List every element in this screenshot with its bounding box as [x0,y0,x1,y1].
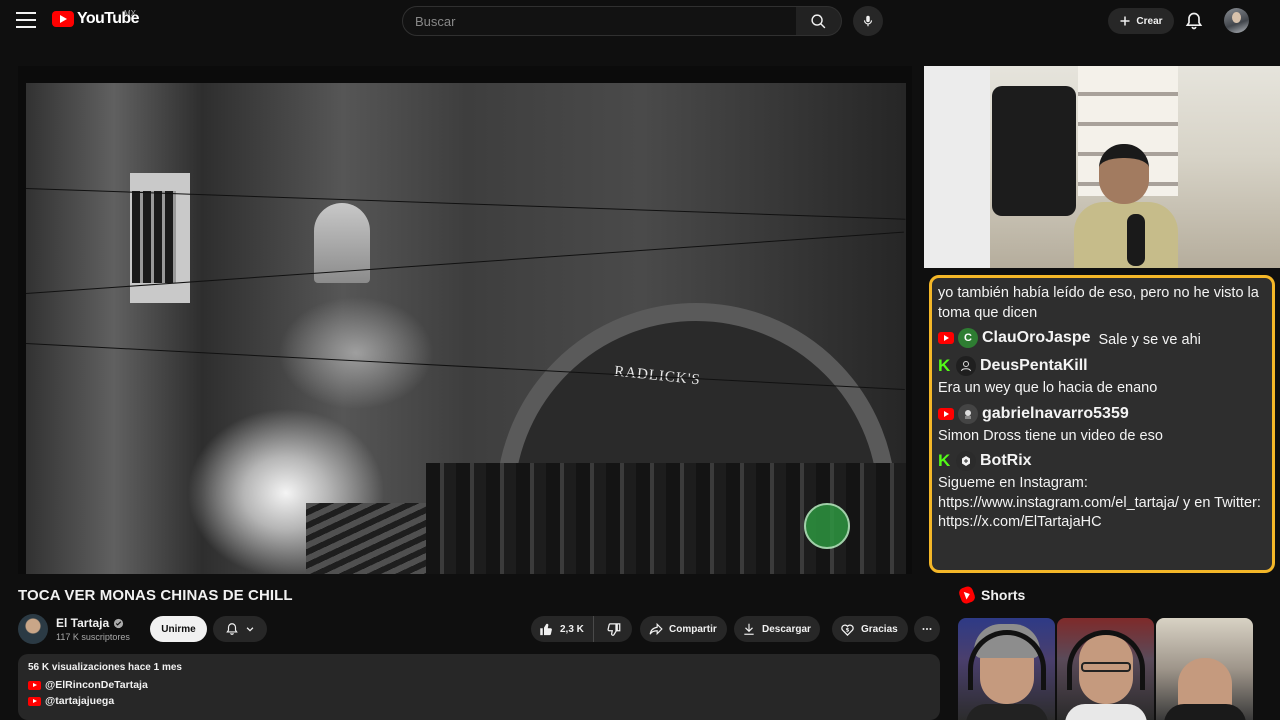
streamer-head [1099,144,1149,204]
thumbs-up-icon [540,623,552,635]
more-horizontal-icon [922,628,932,630]
youtube-icon [938,332,954,344]
streamer-webcam [924,66,1280,268]
chat-user-avatar [956,451,976,471]
shorts-icon [957,585,977,605]
thanks-label: Gracias [861,623,898,635]
chat-username: BotRix [980,452,1032,469]
channel-avatar[interactable] [18,614,48,644]
create-button[interactable]: Crear [1108,8,1174,34]
user-silhouette-icon [961,361,971,372]
views-and-date: 56 K visualizaciones hace 1 mes [28,662,182,673]
short-shirt [1065,704,1147,720]
chat-message: BotRix [938,448,1266,474]
description-link[interactable]: @ElRinconDeTartaja [28,679,930,691]
verified-check-icon [114,618,124,628]
share-label: Compartir [669,623,717,635]
channel-link-text[interactable]: @tartajajuega [45,695,114,707]
download-icon [744,623,754,635]
search-box [402,6,797,36]
kick-icon [938,356,952,376]
join-button[interactable]: Unirme [150,616,207,642]
search-icon [811,13,826,28]
like-count: 2,3 K [560,623,584,635]
chat-username: DeusPentaKill [980,357,1088,374]
microphone-icon [863,15,873,27]
short-shirt [1164,704,1246,720]
chat-message-text: Sigueme en Instagram: https://www.instag… [938,475,1261,530]
chat-username: ClauOroJaspe [982,329,1091,346]
create-label: Crear [1136,15,1163,27]
webcam-streamer [1074,144,1178,268]
chat-message-text: Simon Dross tiene un video de eso [938,427,1163,444]
youtube-icon [938,407,954,420]
search-input[interactable] [403,7,796,35]
chat-overlay: yo también había leído de eso, pero no h… [929,275,1275,573]
shorts-title: Shorts [981,587,1026,603]
heart-dollar-icon: $ [841,624,854,636]
video-title: TOCA VER MONAS CHINAS DE CHILL [18,587,293,604]
chat-message: DeusPentaKill [938,353,1266,379]
anime-avatar-icon [965,409,971,419]
short-thumbnail[interactable] [1057,618,1154,720]
menu-icon[interactable] [16,12,36,30]
chat-message-text: yo también había leído de eso, pero no h… [938,285,1259,321]
bell-icon [226,623,238,635]
more-actions-button[interactable] [914,616,940,642]
chat-user-avatar: C [958,328,978,348]
top-bar: YouTube MX Crear [0,0,1280,44]
chat-username: gabrielnavarro5359 [982,404,1129,422]
streamer-body [1074,202,1178,268]
search-button[interactable] [796,6,842,36]
youtube-icon [28,680,41,690]
like-dislike-group: 2,3 K [531,616,632,642]
shorts-header: Shorts [957,585,1026,605]
account-avatar[interactable] [1224,8,1249,33]
chat-message: C ClauOroJaspe Sale y se ve ahi [938,325,1266,351]
like-button[interactable]: 2,3 K [531,616,594,642]
short-shirt [966,704,1048,720]
country-code: MX [124,9,136,18]
plus-icon [1120,16,1130,26]
channel-name-row[interactable]: El Tartaja [56,616,124,630]
download-label: Descargar [762,623,811,635]
description-link[interactable]: @tartajajuega [28,695,930,707]
chat-message: gabrielnavarro5359 [938,401,1266,427]
subscription-notifications-button[interactable] [213,616,267,642]
channel-link-text[interactable]: @ElRinconDeTartaja [45,679,148,691]
chat-user-avatar [956,356,976,376]
share-button[interactable]: Compartir [640,616,727,642]
chat-message-text: Era un wey que lo hacia de enano [938,380,1158,396]
subscriber-count: 117 K suscriptores [56,632,130,642]
thumbs-down-icon [606,622,620,636]
description-box[interactable]: 56 K visualizaciones hace 1 mes @ElRinco… [18,654,940,720]
share-arrow-icon [649,622,663,636]
video-frame: RADLICK'S [26,83,906,574]
svg-text:$: $ [846,627,850,633]
video-player[interactable]: RADLICK'S [18,66,912,574]
webcam-wall [924,66,990,268]
kick-icon [938,451,952,471]
short-thumbnail[interactable] [1156,618,1253,720]
webcam-microphone [1127,214,1145,266]
youtube-icon [28,696,41,706]
voice-search-button[interactable] [853,6,883,36]
youtube-play-icon [52,11,74,27]
short-thumbnail[interactable] [958,618,1055,720]
dislike-button[interactable] [594,616,632,642]
webcam-jacket [992,86,1076,216]
notifications-bell-icon[interactable] [1184,11,1204,31]
botrix-shield-icon [962,456,970,466]
channel-mascot-watermark [804,503,850,549]
chat-message-text: Sale y se ve ahi [1098,331,1201,348]
channel-name[interactable]: El Tartaja [56,616,109,630]
chevron-down-icon [246,627,254,632]
download-button[interactable]: Descargar [734,616,820,642]
headset [1067,630,1145,690]
thanks-button[interactable]: $ Gracias [832,616,908,642]
building-window [132,191,176,283]
chat-user-avatar [958,403,978,424]
